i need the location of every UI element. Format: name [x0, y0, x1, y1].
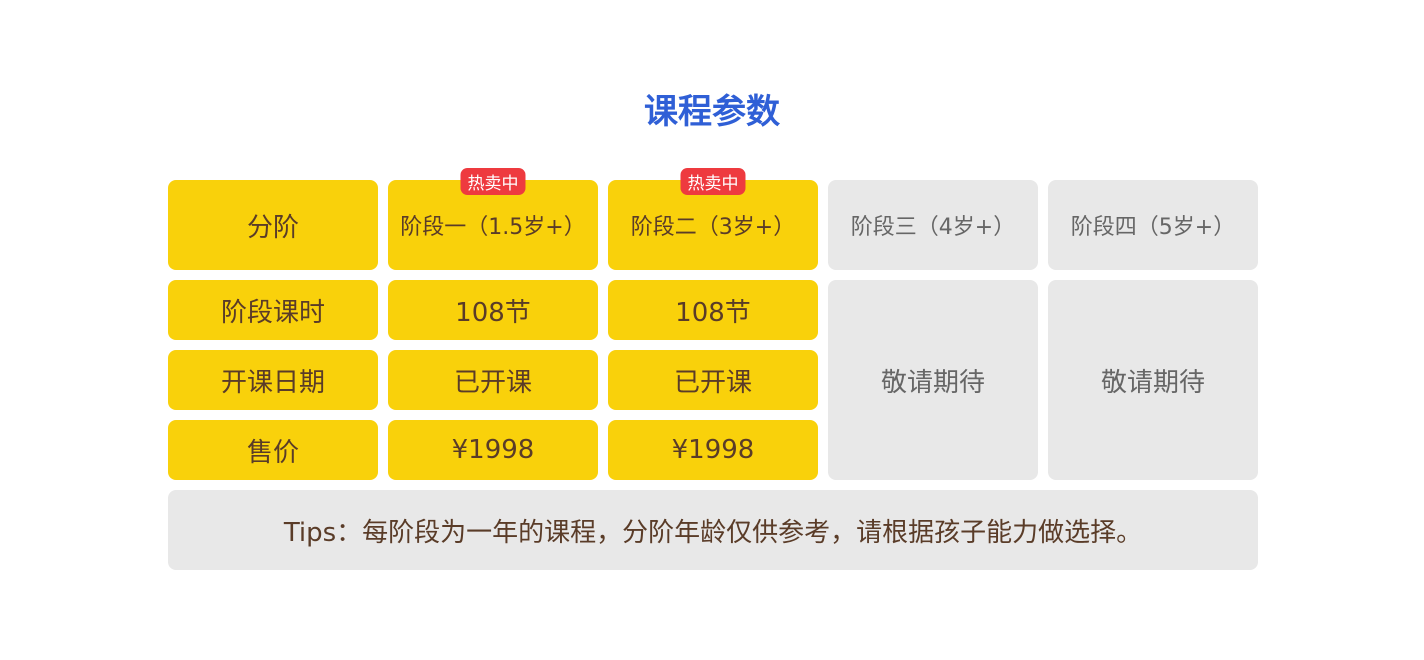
- hours-stage-2: 108节: [608, 280, 818, 340]
- row-label-start-date: 开课日期: [168, 350, 378, 410]
- price-stage-2: ¥1998: [608, 420, 818, 480]
- coming-soon-stage-4: 敬请期待: [1048, 280, 1258, 480]
- price-stage-1: ¥1998: [388, 420, 598, 480]
- hours-stage-1: 108节: [388, 280, 598, 340]
- hot-sale-badge: 热卖中: [460, 168, 526, 195]
- header-cell-stage-1[interactable]: 热卖中阶段一（1.5岁+）: [388, 168, 598, 270]
- header-cell-stage-4: 阶段四（5岁+）: [1048, 180, 1258, 270]
- page-title: 课程参数: [644, 92, 780, 132]
- header-cell-stage-3: 阶段三（4岁+）: [828, 180, 1038, 270]
- stage-label: 阶段二（3岁+）: [630, 215, 796, 240]
- coming-soon-stage-3: 敬请期待: [828, 280, 1038, 480]
- stage-label: 阶段一（1.5岁+）: [400, 215, 586, 240]
- tips-note: Tips：每阶段为一年的课程，分阶年龄仅供参考，请根据孩子能力做选择。: [168, 490, 1258, 570]
- header-cell-stage: 分阶: [168, 180, 378, 270]
- start-stage-2: 已开课: [608, 350, 818, 410]
- start-stage-1: 已开课: [388, 350, 598, 410]
- header-cell-stage-2[interactable]: 热卖中阶段二（3岁+）: [608, 168, 818, 270]
- row-label-hours: 阶段课时: [168, 280, 378, 340]
- row-label-price: 售价: [168, 420, 378, 480]
- hot-sale-badge: 热卖中: [680, 168, 746, 195]
